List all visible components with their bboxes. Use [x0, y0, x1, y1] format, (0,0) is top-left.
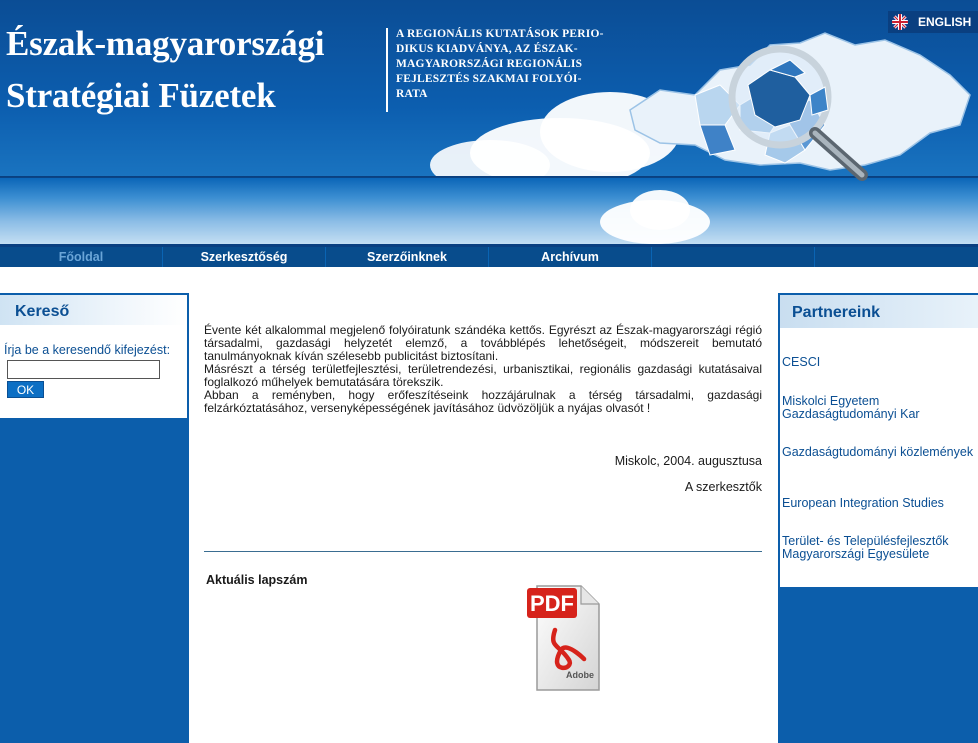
- content-divider: [204, 551, 762, 552]
- header-sky: [0, 178, 978, 245]
- subtitle-line: A REGIONÁLIS KUTATÁSOK PERIO-: [396, 28, 604, 40]
- site-title-line1: Észak-magyarországi: [6, 24, 325, 63]
- intro-paragraph: Évente két alkalommal megjelenő folyóira…: [204, 323, 762, 363]
- main-nav: Főoldal Szerkesztőség Szerzőinknek Archí…: [0, 247, 978, 267]
- pdf-brand: Adobe: [566, 670, 594, 680]
- subtitle-line: DIKUS KIADVÁNYA, AZ ÉSZAK-: [396, 43, 578, 55]
- intro-text: Évente két alkalommal megjelenő folyóira…: [204, 324, 762, 415]
- site-header: Észak-magyarországi Stratégiai Füzetek A…: [0, 0, 978, 245]
- search-title: Kereső: [15, 303, 70, 320]
- site-subtitle: A REGIONÁLIS KUTATÁSOK PERIO- DIKUS KIAD…: [396, 27, 636, 102]
- subtitle-line: MAGYARORSZÁGI REGIONÁLIS: [396, 58, 583, 70]
- partners-title: Partnereink: [792, 304, 881, 321]
- subtitle-line: RATA: [396, 88, 428, 100]
- pdf-document-icon[interactable]: PDF Adobe: [525, 578, 605, 694]
- partner-link-european-integration-studies[interactable]: European Integration Studies: [782, 497, 974, 510]
- partner-link-gazdasagtudomanyi-kozlemenyek[interactable]: Gazdaságtudományi közlemények: [782, 446, 974, 459]
- search-input[interactable]: [7, 360, 160, 379]
- partner-link-cesci[interactable]: CESCI: [782, 356, 974, 369]
- signature-place-date: Miskolc, 2004. augusztusa: [614, 454, 762, 468]
- uk-flag-icon: [892, 14, 908, 30]
- nav-item-fooldal[interactable]: Főoldal: [0, 247, 163, 267]
- partner-link-miskolci-egyetem[interactable]: Miskolci Egyetem Gazdaságtudományi Kar: [782, 395, 974, 421]
- title-divider: [386, 28, 388, 112]
- region-map-magnifier-icon: [629, 32, 971, 181]
- nav-item-archivum[interactable]: Archívum: [489, 247, 652, 267]
- english-language-link[interactable]: ENGLISH: [888, 11, 978, 33]
- search-label: Írja be a keresendő kifejezést:: [4, 343, 171, 357]
- english-language-label: ENGLISH: [918, 15, 972, 29]
- nav-spacer: [652, 247, 815, 267]
- nav-item-szerzoinknek[interactable]: Szerzőinknek: [326, 247, 489, 267]
- search-ok-button[interactable]: OK: [7, 381, 44, 398]
- pdf-label: PDF: [530, 591, 574, 616]
- intro-paragraph: Abban a reményben, hogy erőfeszítéseink …: [204, 388, 762, 415]
- nav-item-szerkesztoseg[interactable]: Szerkesztőség: [163, 247, 326, 267]
- subtitle-line: FEJLESZTÉS SZAKMAI FOLYÓI-: [396, 73, 582, 85]
- intro-paragraph: Másrészt a térség területfejlesztési, te…: [204, 362, 762, 389]
- partner-link-teruletfejlesztok[interactable]: Terület- és Településfejlesztők Magyaror…: [782, 535, 974, 561]
- signature-author: A szerkesztők: [684, 480, 762, 494]
- sky-cloud: [630, 190, 690, 230]
- site-title-line2: Stratégiai Füzetek: [6, 76, 276, 115]
- current-issue-title: Aktuális lapszám: [206, 573, 308, 587]
